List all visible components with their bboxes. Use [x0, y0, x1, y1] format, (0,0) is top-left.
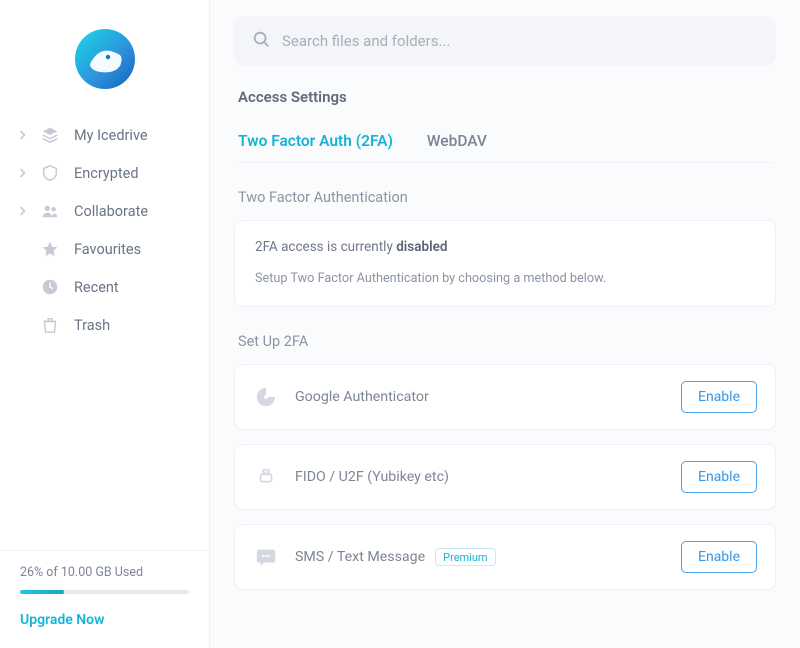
layers-icon	[40, 126, 60, 144]
method-fido-u2f: FIDO / U2F (Yubikey etc) Enable	[234, 444, 776, 510]
storage-fill	[20, 590, 64, 594]
tab-webdav[interactable]: WebDAV	[427, 132, 487, 150]
sidebar-item-collaborate[interactable]: Collaborate	[10, 192, 199, 230]
tab-2fa[interactable]: Two Factor Auth (2FA)	[238, 132, 393, 150]
enable-button[interactable]: Enable	[681, 461, 757, 493]
nav: My Icedrive Encrypted Collaborate	[0, 116, 209, 344]
status-sub: Setup Two Factor Authentication by choos…	[255, 271, 755, 286]
storage-bar	[20, 590, 189, 594]
method-label: SMS / Text Message Premium	[295, 548, 665, 566]
logo	[0, 0, 209, 116]
trash-icon	[40, 316, 60, 334]
sidebar-item-label: Trash	[74, 317, 110, 334]
method-label: FIDO / U2F (Yubikey etc)	[295, 469, 665, 485]
star-icon	[40, 240, 60, 258]
clock-icon	[40, 278, 60, 296]
sidebar-item-trash[interactable]: Trash	[10, 306, 199, 344]
usb-key-icon	[253, 464, 279, 490]
chevron-right-icon	[18, 206, 26, 216]
sidebar: My Icedrive Encrypted Collaborate	[0, 0, 210, 648]
search-placeholder: Search files and folders...	[282, 32, 450, 50]
sidebar-item-label: My Icedrive	[74, 127, 148, 144]
storage-label: 26% of 10.00 GB Used	[20, 565, 143, 580]
main: Search files and folders... Access Setti…	[210, 0, 800, 648]
status-card: 2FA access is currently disabled Setup T…	[234, 220, 776, 307]
logo-icon	[70, 24, 140, 94]
search-input[interactable]: Search files and folders...	[234, 16, 776, 66]
enable-button[interactable]: Enable	[681, 541, 757, 573]
storage-meter: 26% of 10.00 GB Used	[0, 550, 209, 598]
people-icon	[40, 202, 60, 220]
page-title: Access Settings	[238, 88, 772, 106]
status-prefix: 2FA access is currently	[255, 239, 396, 255]
sidebar-item-my-icedrive[interactable]: My Icedrive	[10, 116, 199, 154]
google-authenticator-icon	[253, 384, 279, 410]
enable-button[interactable]: Enable	[681, 381, 757, 413]
status-line: 2FA access is currently disabled	[255, 239, 755, 255]
tabs: Two Factor Auth (2FA) WebDAV	[238, 132, 772, 163]
premium-badge: Premium	[435, 548, 495, 566]
search-icon	[252, 30, 270, 52]
upgrade-link[interactable]: Upgrade Now	[0, 598, 209, 648]
sidebar-item-label: Favourites	[74, 241, 141, 258]
sidebar-item-encrypted[interactable]: Encrypted	[10, 154, 199, 192]
status-state: disabled	[396, 239, 447, 255]
chevron-right-icon	[18, 168, 26, 178]
sidebar-item-label: Encrypted	[74, 165, 139, 182]
sidebar-item-favourites[interactable]: Favourites	[10, 230, 199, 268]
sidebar-item-label: Collaborate	[74, 203, 148, 220]
chevron-right-icon	[18, 130, 26, 140]
section-auth-label: Two Factor Authentication	[238, 189, 772, 206]
method-sms: SMS / Text Message Premium Enable	[234, 524, 776, 590]
shield-icon	[40, 164, 60, 182]
sidebar-item-label: Recent	[74, 279, 119, 296]
method-google-authenticator: Google Authenticator Enable	[234, 364, 776, 430]
method-label: Google Authenticator	[295, 389, 665, 405]
sms-icon	[253, 544, 279, 570]
method-label-text: SMS / Text Message	[295, 549, 425, 565]
sidebar-item-recent[interactable]: Recent	[10, 268, 199, 306]
section-setup-label: Set Up 2FA	[238, 333, 772, 350]
